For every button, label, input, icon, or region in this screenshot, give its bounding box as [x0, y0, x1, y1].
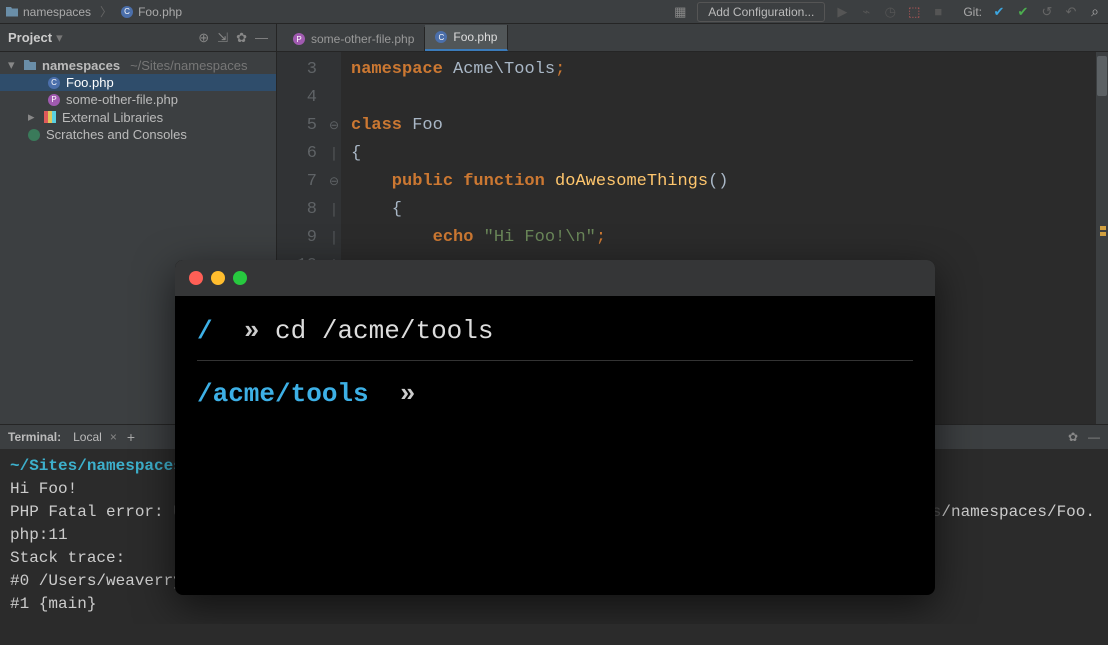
- tree-file-foo[interactable]: C Foo.php: [0, 74, 276, 91]
- tree-item-label: Scratches and Consoles: [46, 127, 187, 142]
- scroll-thumb[interactable]: [1097, 56, 1107, 96]
- chevron-right-icon: 〉: [100, 3, 112, 20]
- tree-item-label: External Libraries: [62, 110, 163, 125]
- terminal-tab-local[interactable]: Local: [67, 428, 108, 446]
- git-update-icon[interactable]: ✔: [992, 5, 1006, 19]
- folder-icon: [24, 60, 36, 70]
- scratches-icon: [28, 129, 40, 141]
- search-icon[interactable]: ⌕: [1088, 5, 1102, 19]
- prompt-path: /: [197, 316, 213, 346]
- build-icon[interactable]: ▦: [673, 5, 687, 19]
- warning-mark[interactable]: [1100, 232, 1106, 236]
- tab-label: some-other-file.php: [311, 32, 414, 46]
- prompt-path: /acme/tools: [197, 379, 369, 409]
- top-breadcrumb-bar: namespaces 〉 C Foo.php ▦ Add Configurati…: [0, 0, 1108, 24]
- collapse-icon[interactable]: ⇲: [217, 30, 228, 46]
- git-commit-icon[interactable]: ✔: [1016, 5, 1030, 19]
- breadcrumb-file[interactable]: Foo.php: [138, 5, 182, 19]
- minimize-window-icon[interactable]: [211, 271, 225, 285]
- tree-file-label: some-other-file.php: [66, 92, 178, 107]
- maximize-window-icon[interactable]: [233, 271, 247, 285]
- run-icon[interactable]: ▶: [835, 5, 849, 19]
- tree-external-libraries[interactable]: ▸ External Libraries: [0, 108, 276, 126]
- tree-file-other[interactable]: P some-other-file.php: [0, 91, 276, 108]
- profile-icon[interactable]: ⬚: [907, 5, 921, 19]
- close-window-icon[interactable]: [189, 271, 203, 285]
- php-file-icon: C: [435, 31, 447, 43]
- git-label: Git:: [963, 5, 982, 19]
- coverage-icon[interactable]: ◷: [883, 5, 897, 19]
- project-panel-title[interactable]: Project: [8, 30, 52, 45]
- libraries-icon: [44, 111, 56, 123]
- php-file-icon: C: [121, 6, 133, 18]
- debug-icon[interactable]: ⌁: [859, 5, 873, 19]
- tree-root-name: namespaces: [42, 58, 120, 73]
- terminal-line: #1 {main}: [10, 593, 1098, 616]
- terminal-title: Terminal:: [8, 430, 61, 444]
- scrollbar[interactable]: [1096, 52, 1108, 424]
- close-tab-icon[interactable]: ×: [110, 430, 117, 444]
- add-configuration-button[interactable]: Add Configuration...: [697, 2, 825, 22]
- git-history-icon[interactable]: ↺: [1040, 5, 1054, 19]
- tree-scratches[interactable]: Scratches and Consoles: [0, 126, 276, 143]
- window-titlebar[interactable]: [175, 260, 935, 296]
- project-panel-header: Project ▾ ⊕ ⇲ ✿ —: [0, 24, 276, 52]
- tab-label: Foo.php: [453, 30, 497, 44]
- prompt-arrow: »: [400, 379, 416, 409]
- terminal-command: cd /acme/tools: [275, 316, 493, 346]
- tab-foo[interactable]: C Foo.php: [425, 25, 508, 51]
- tree-root[interactable]: ▾ namespaces ~/Sites/namespaces: [0, 56, 276, 74]
- stop-icon[interactable]: ■: [931, 5, 945, 19]
- floating-terminal-window[interactable]: / » cd /acme/tools /acme/tools »: [175, 260, 935, 595]
- dropdown-icon[interactable]: ▾: [56, 30, 63, 46]
- tree-file-label: Foo.php: [66, 75, 114, 90]
- gear-icon[interactable]: ✿: [236, 30, 247, 46]
- divider: [197, 360, 913, 361]
- warning-mark[interactable]: [1100, 226, 1106, 230]
- caret-right-icon: ▸: [28, 109, 38, 125]
- folder-icon: [6, 7, 18, 17]
- git-revert-icon[interactable]: ↶: [1064, 5, 1078, 19]
- prompt-arrow: »: [244, 316, 260, 346]
- php-file-icon: P: [293, 33, 305, 45]
- hide-panel-icon[interactable]: —: [255, 30, 268, 46]
- tree-root-path: ~/Sites/namespaces: [130, 58, 247, 73]
- hide-panel-icon[interactable]: —: [1088, 430, 1100, 444]
- breadcrumb-folder[interactable]: namespaces: [23, 5, 91, 19]
- caret-down-icon: ▾: [8, 57, 18, 73]
- php-file-icon: P: [48, 94, 60, 106]
- locate-icon[interactable]: ⊕: [198, 30, 209, 46]
- terminal-cwd: ~/Sites/namespaces: [10, 457, 183, 475]
- php-file-icon: C: [48, 77, 60, 89]
- floating-terminal-body[interactable]: / » cd /acme/tools /acme/tools »: [175, 296, 935, 437]
- new-terminal-icon[interactable]: +: [127, 429, 135, 445]
- gear-icon[interactable]: ✿: [1068, 430, 1078, 444]
- tab-other-file[interactable]: P some-other-file.php: [283, 27, 425, 51]
- editor-tabs: P some-other-file.php C Foo.php: [277, 24, 1108, 52]
